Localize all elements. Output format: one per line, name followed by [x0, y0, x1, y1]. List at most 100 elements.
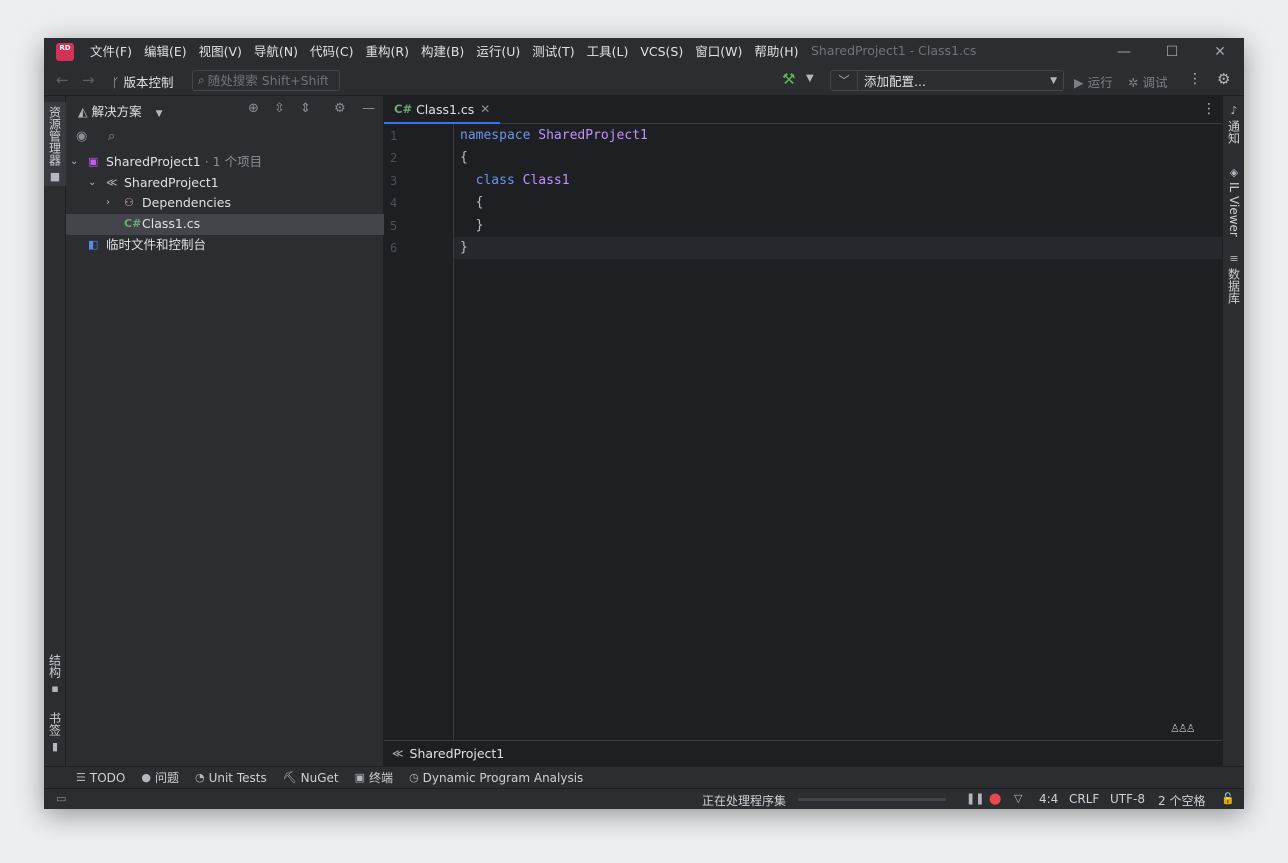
title-bar: RD 文件(F) 编辑(E) 视图(V) 导航(N) 代码(C) 重构(R) 构…: [44, 38, 1244, 66]
back-arrow-icon[interactable]: ←: [56, 71, 69, 89]
code-identifier: SharedProject1: [538, 128, 648, 143]
background-task-text: 正在处理程序集: [702, 794, 787, 808]
tree-item-solution[interactable]: ⌄ ▣ SharedProject1 · 1 个项目: [66, 152, 384, 173]
more-vertical-icon[interactable]: ⋮: [1202, 101, 1216, 117]
code-text-area[interactable]: namespace SharedProject1 { class Class1 …: [454, 124, 1222, 740]
file-encoding[interactable]: UTF-8: [1110, 792, 1145, 806]
line-number: 3: [390, 174, 398, 188]
structure-stripe-label: 结构: [47, 654, 62, 678]
shared-project-icon: ≪: [106, 175, 118, 189]
build-hammer-icon[interactable]: ⚒: [782, 70, 795, 88]
dpa-label: Dynamic Program Analysis: [422, 770, 584, 785]
code-line: {: [460, 195, 484, 210]
more-vertical-icon[interactable]: ⋮: [1188, 71, 1202, 87]
nuget-tool-button[interactable]: ⛏ NuGet: [283, 771, 339, 785]
menu-tests[interactable]: 测试(T): [526, 38, 580, 66]
project-label: SharedProject1: [124, 174, 219, 190]
bookmarks-stripe-label: 书签: [47, 712, 62, 736]
gear-icon[interactable]: ⚙: [1217, 70, 1230, 88]
code-line: }: [460, 240, 468, 255]
problems-tool-button[interactable]: ● 问题: [141, 769, 179, 786]
search-everywhere[interactable]: ⌕: [192, 70, 340, 91]
tree-item-class1[interactable]: C# Class1.cs: [66, 214, 384, 235]
menu-run[interactable]: 运行(U): [470, 38, 526, 66]
chevron-down-icon[interactable]: ⌄: [88, 173, 96, 194]
explorer-stripe-button[interactable]: 资源管理器 ■: [44, 102, 66, 186]
play-icon: ▶: [1074, 75, 1084, 90]
line-ending[interactable]: CRLF: [1069, 792, 1099, 806]
notifications-stripe-button[interactable]: ♪ 通知: [1223, 104, 1244, 144]
line-number-gutter[interactable]: 1 2 3 4 5 6: [384, 124, 454, 740]
menu-help[interactable]: 帮助(H): [748, 38, 804, 66]
run-config-select[interactable]: 添加配置... ▼: [858, 70, 1064, 91]
chevron-down-icon[interactable]: ⌄: [70, 152, 78, 173]
minimize-panel-icon[interactable]: —: [362, 101, 375, 116]
gear-icon[interactable]: ⚙: [334, 101, 346, 116]
vcs-label: 版本控制: [123, 75, 174, 90]
close-icon[interactable]: ✕: [480, 102, 490, 116]
menu-edit[interactable]: 编辑(E): [138, 38, 193, 66]
breadcrumb-item[interactable]: SharedProject1: [410, 746, 505, 761]
database-stripe-button[interactable]: ≡ 数据库: [1223, 252, 1244, 304]
chevron-right-icon[interactable]: ›: [106, 193, 110, 214]
tree-item-project[interactable]: ⌄ ≪ SharedProject1: [66, 173, 384, 194]
explorer-stripe-label: 资源管理器: [47, 106, 62, 166]
indent-setting[interactable]: 2 个空格: [1158, 792, 1205, 809]
dpa-icon: ◷: [409, 771, 419, 784]
solution-toolbar: ◉ ⌕: [66, 124, 384, 152]
vcs-widget[interactable]: ᚴ 版本控制: [112, 72, 174, 91]
menu-tools[interactable]: 工具(L): [581, 38, 635, 66]
menu-navigate[interactable]: 导航(N): [248, 38, 304, 66]
toggle-tool-windows-icon[interactable]: ▭: [56, 792, 66, 805]
terminal-tool-button[interactable]: ▣ 终端: [355, 769, 393, 786]
bookmark-icon: ▮: [51, 740, 59, 753]
search-icon[interactable]: ⌕: [108, 129, 115, 144]
dpa-tool-button[interactable]: ◷ Dynamic Program Analysis: [409, 771, 583, 785]
locate-icon[interactable]: ⊕: [248, 101, 259, 116]
tool-window-bar: ☰ TODO ● 问题 ◔ Unit Tests ⛏ NuGet ▣ 终端 ◷ Dynami…: [44, 766, 1244, 788]
app-logo[interactable]: RD: [56, 43, 74, 61]
menu-file[interactable]: 文件(F): [84, 38, 138, 66]
menu-window[interactable]: 窗口(W): [689, 38, 748, 66]
caret-position[interactable]: 4:4: [1039, 792, 1058, 806]
lock-icon[interactable]: 🔓: [1221, 792, 1235, 805]
code-brace: {: [475, 195, 484, 210]
show-all-files-icon[interactable]: ◉: [76, 129, 87, 144]
forward-arrow-icon[interactable]: →: [82, 71, 95, 89]
search-input[interactable]: [207, 73, 328, 88]
bookmarks-stripe-button[interactable]: 书签 ▮: [44, 712, 66, 758]
collapse-all-icon[interactable]: ⇕: [300, 101, 311, 116]
todo-tool-button[interactable]: ☰ TODO: [76, 771, 125, 785]
minimize-button[interactable]: —: [1100, 38, 1148, 66]
tree-item-dependencies[interactable]: › ⚇ Dependencies: [66, 193, 384, 214]
il-viewer-stripe-button[interactable]: ◈ IL Viewer: [1223, 166, 1244, 237]
maximize-button[interactable]: ☐: [1148, 38, 1196, 66]
background-task-progress[interactable]: [798, 798, 946, 801]
dependencies-icon: ⚇: [124, 196, 134, 210]
ai-assistant-icon[interactable]: ♙♙♙: [1170, 722, 1196, 735]
expand-all-icon[interactable]: ⇳: [274, 101, 285, 116]
build-dropdown-icon[interactable]: ▼: [806, 73, 814, 84]
run-config-label: 添加配置...: [864, 74, 926, 89]
structure-stripe-button[interactable]: 结构 ▪: [44, 654, 66, 700]
menu-build[interactable]: 构建(B): [415, 38, 470, 66]
filter-icon[interactable]: ▽: [1014, 792, 1022, 805]
run-button[interactable]: ▶ 运行: [1074, 72, 1113, 91]
nuget-icon: ⛏: [282, 771, 297, 784]
unit-tests-tool-button[interactable]: ◔ Unit Tests: [195, 771, 267, 785]
debug-button[interactable]: ✲ 调试: [1128, 72, 1167, 91]
tree-item-scratches[interactable]: ◧ 临时文件和控制台: [66, 235, 384, 256]
menu-code[interactable]: 代码(C): [304, 38, 359, 66]
line-number: 6: [390, 241, 398, 255]
menu-vcs[interactable]: VCS(S): [634, 38, 689, 66]
menu-view[interactable]: 视图(V): [193, 38, 248, 66]
unit-tests-icon: ◔: [194, 771, 205, 784]
solution-view-switcher[interactable]: ◭ 解决方案 ▼: [78, 101, 163, 120]
menu-refactor[interactable]: 重构(R): [360, 38, 415, 66]
close-button[interactable]: ✕: [1196, 38, 1244, 66]
tab-class1[interactable]: C# Class1.cs ✕: [384, 96, 501, 124]
folder-icon: ■: [49, 170, 61, 183]
error-icon[interactable]: ⬤: [989, 792, 1001, 805]
config-chevron-icon[interactable]: ﹀: [830, 70, 858, 91]
pause-icon[interactable]: ❚❚: [966, 792, 984, 805]
